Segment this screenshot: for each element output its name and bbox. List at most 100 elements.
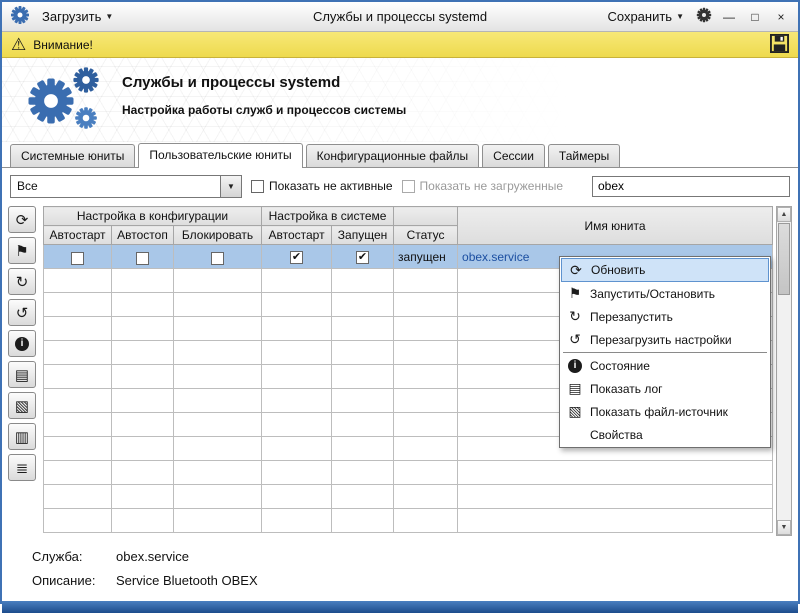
autostart-sys-checkbox[interactable]: ✔ (290, 251, 303, 264)
running-checkbox[interactable]: ✔ (356, 251, 369, 264)
refresh-icon: ⟳ (567, 262, 585, 279)
status-cell: запущен (394, 245, 458, 269)
refresh-button[interactable]: ⟳ (8, 206, 36, 233)
status-bar (2, 601, 798, 613)
warning-icon: ⚠ (11, 36, 26, 53)
menu-item-show-log[interactable]: ▤ Показать лог (561, 377, 769, 400)
column-header-status: Статус (394, 226, 458, 245)
main-area: ⟳ ⚑ ↻ ↺ i ▤ ▧ ▥ ≣ Настройка в конфигурац… (2, 204, 798, 538)
menu-separator (563, 352, 767, 353)
tab-system-units[interactable]: Системные юниты (10, 144, 135, 167)
column-header-running: Запущен (332, 226, 394, 245)
start-stop-icon: ⚑ (566, 285, 584, 302)
table-row[interactable] (44, 461, 773, 485)
tab-sessions[interactable]: Сессии (482, 144, 545, 167)
menu-item-reload-config[interactable]: ↺ Перезагрузить настройки (561, 328, 769, 351)
autostart-cfg-checkbox[interactable] (71, 252, 84, 265)
restart-icon: ↻ (16, 273, 29, 291)
show-source-button[interactable]: ▧ (8, 392, 36, 419)
list-icon: ≣ (16, 459, 29, 477)
info-icon: i (568, 359, 582, 373)
column-header-autostart-sys: Автостарт (262, 226, 332, 245)
menu-item-status[interactable]: i Состояние (561, 354, 769, 377)
chevron-down-icon: ▼ (676, 12, 684, 21)
reload-config-button[interactable]: ↺ (8, 299, 36, 326)
load-button[interactable]: Загрузить ▼ (38, 7, 117, 26)
menu-item-properties[interactable]: Свойства (561, 423, 769, 446)
show-inactive-checkbox[interactable]: Показать не активные (251, 179, 393, 193)
warning-text: Внимание! (33, 38, 93, 52)
status-button[interactable]: i (8, 330, 36, 357)
reload-icon: ↺ (16, 304, 29, 322)
filter-combobox[interactable]: Все ▼ (10, 175, 242, 198)
settings-gear-icon[interactable] (696, 7, 712, 26)
side-toolbar: ⟳ ⚑ ↻ ↺ i ▤ ▧ ▥ ≣ (8, 206, 40, 538)
app-gears-icon (10, 5, 30, 28)
column-header-autostop: Автостоп (112, 226, 174, 245)
file-source-icon: ▧ (15, 397, 29, 415)
titlebar: Службы и процессы systemd Загрузить ▼ Со… (2, 2, 798, 32)
menu-item-refresh[interactable]: ⟳ Обновить (561, 258, 769, 282)
restart-icon: ↻ (566, 308, 584, 325)
chevron-down-icon[interactable]: ▼ (220, 176, 241, 197)
column-header-unit: Имя юнита (458, 207, 773, 245)
show-log-button[interactable]: ▤ (8, 361, 36, 388)
save-button[interactable]: Сохранить ▼ (603, 7, 688, 26)
checkbox-box[interactable] (251, 180, 264, 193)
unit-name-link[interactable]: obex.service (462, 250, 529, 264)
filter-bar: Все ▼ Показать не активные Показать не з… (2, 168, 798, 204)
context-menu: ⟳ Обновить ⚑ Запустить/Остановить ↻ Пере… (559, 256, 771, 448)
description-value: Service Bluetooth OBEX (116, 573, 258, 588)
scroll-up-icon[interactable]: ▲ (777, 207, 791, 222)
unit-filter-input[interactable] (592, 176, 790, 197)
reload-icon: ↺ (566, 331, 584, 348)
tab-config-files[interactable]: Конфигурационные файлы (306, 144, 479, 167)
log-icon: ▤ (566, 380, 584, 397)
app-window: Службы и процессы systemd Загрузить ▼ Со… (0, 0, 800, 604)
checkbox-box (402, 180, 415, 193)
minimize-button[interactable]: — (720, 10, 738, 24)
warning-bar: ⚠ Внимание! (2, 32, 798, 58)
detail-panel: Служба: obex.service Описание: Service B… (2, 538, 798, 601)
column-header-autostart-cfg: Автостарт (44, 226, 112, 245)
start-stop-icon: ⚑ (15, 242, 28, 260)
file-source-icon: ▧ (566, 403, 584, 420)
service-label: Служба: (32, 549, 116, 564)
start-stop-button[interactable]: ⚑ (8, 237, 36, 264)
menu-item-start-stop[interactable]: ⚑ Запустить/Остановить (561, 282, 769, 305)
scroll-down-icon[interactable]: ▼ (777, 520, 791, 535)
menu-item-restart[interactable]: ↻ Перезапустить (561, 305, 769, 328)
table-row[interactable] (44, 509, 773, 533)
group-header-config: Настройка в конфигурации (44, 207, 262, 226)
gears-illustration (24, 64, 116, 138)
page-subtitle: Настройка работы служб и процессов систе… (122, 103, 406, 117)
maximize-button[interactable]: □ (746, 10, 764, 24)
block-checkbox[interactable] (211, 252, 224, 265)
scrollbar-thumb[interactable] (778, 223, 790, 295)
filter-combobox-value: Все (11, 176, 220, 197)
chevron-down-icon: ▼ (105, 12, 113, 21)
tab-bar: Системные юниты Пользовательские юниты К… (2, 142, 798, 168)
page-header: Службы и процессы systemd Настройка рабо… (2, 58, 798, 142)
properties-button[interactable]: ▥ (8, 423, 36, 450)
group-header-system: Настройка в системе (262, 207, 394, 226)
unit-list-button[interactable]: ≣ (8, 454, 36, 481)
restart-button[interactable]: ↻ (8, 268, 36, 295)
page-title: Службы и процессы systemd (122, 74, 406, 91)
show-unloaded-checkbox: Показать не загруженные (402, 179, 563, 193)
tab-user-units[interactable]: Пользовательские юниты (138, 143, 302, 168)
log-icon: ▤ (15, 366, 29, 384)
vertical-scrollbar[interactable]: ▲ ▼ (776, 206, 792, 536)
table-row[interactable] (44, 485, 773, 509)
units-table-zone: Настройка в конфигурации Настройка в сис… (43, 206, 773, 538)
properties-icon: ▥ (15, 428, 29, 446)
close-button[interactable]: × (772, 10, 790, 24)
info-icon: i (15, 337, 29, 351)
refresh-icon: ⟳ (16, 211, 29, 229)
menu-item-show-source[interactable]: ▧ Показать файл-источник (561, 400, 769, 423)
service-value: obex.service (116, 549, 189, 564)
save-file-icon[interactable] (770, 34, 789, 56)
tab-timers[interactable]: Таймеры (548, 144, 620, 167)
description-label: Описание: (32, 573, 116, 588)
autostop-checkbox[interactable] (136, 252, 149, 265)
